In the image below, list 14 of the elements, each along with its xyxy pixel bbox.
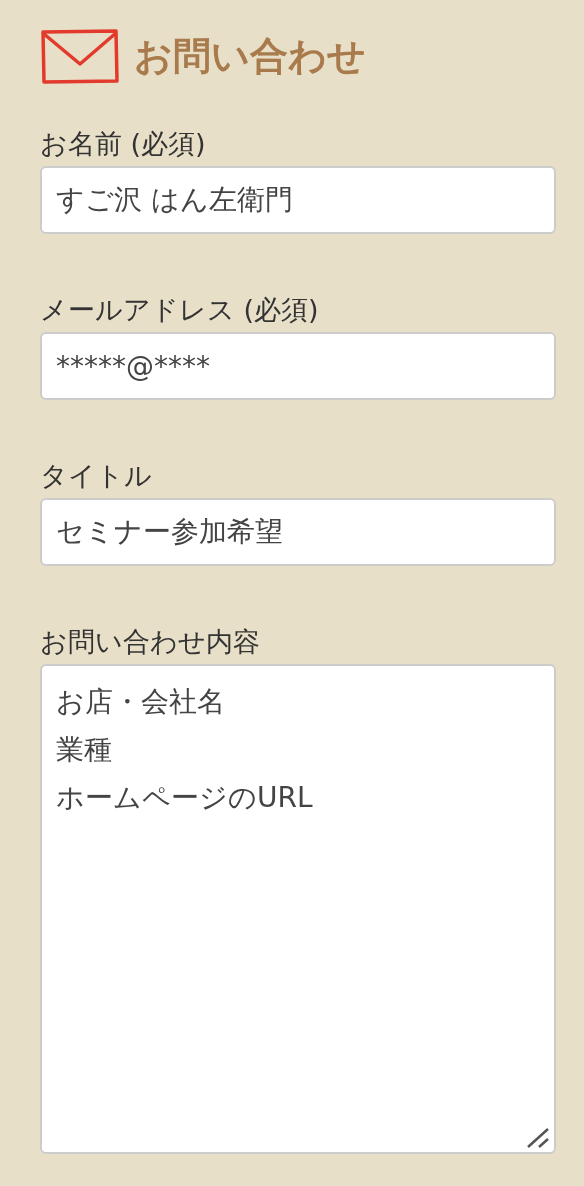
- input-field[interactable]: すご沢 はん左衛門: [40, 166, 556, 234]
- input-field[interactable]: *****@****: [40, 332, 556, 400]
- field-label: タイトル: [40, 459, 153, 493]
- page-title: お問い合わせ: [134, 32, 366, 80]
- text-line: 業種: [56, 732, 112, 768]
- text-area[interactable]: お店・会社名 業種 ホームページのURL: [40, 664, 556, 1154]
- text-line: ホームページのURL: [56, 780, 313, 816]
- field-label: お名前 (必須): [40, 127, 207, 161]
- text-line: お店・会社名: [56, 684, 225, 720]
- input-field[interactable]: セミナー参加希望: [40, 498, 556, 566]
- field-label: メールアドレス (必須): [40, 293, 320, 327]
- field-label: お問い合わせ内容: [40, 625, 261, 659]
- mail-icon: [40, 28, 120, 84]
- resize-handle-icon[interactable]: [526, 1128, 550, 1148]
